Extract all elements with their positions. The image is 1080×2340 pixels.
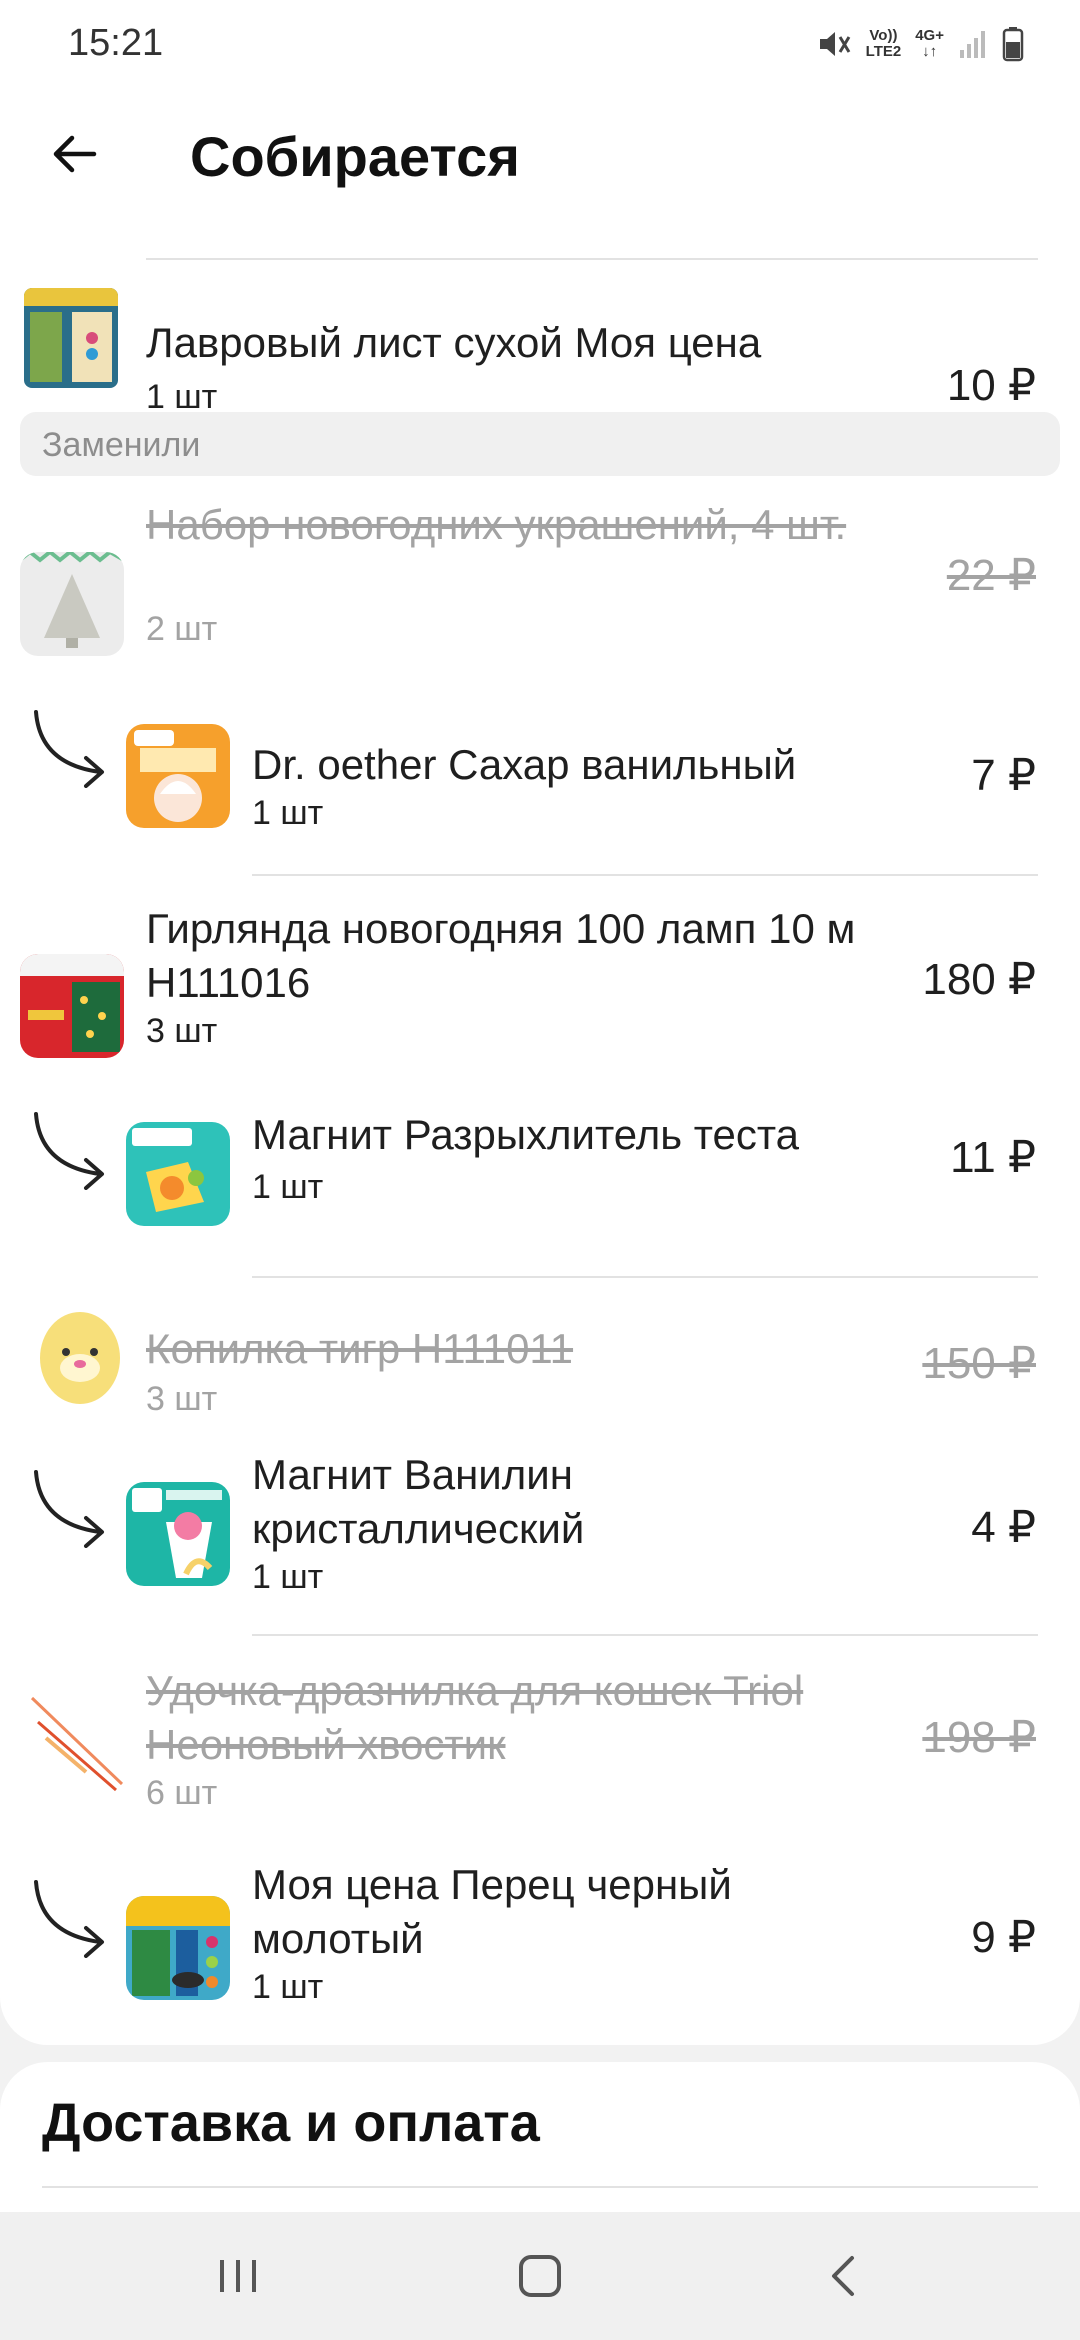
divider [252, 1276, 1038, 1278]
product-image [126, 1896, 230, 2000]
signal-icon [958, 28, 988, 60]
item-qty: 1 шт [252, 794, 324, 832]
recent-apps-icon [220, 2260, 256, 2292]
item-price: 150 ₽ [922, 1339, 1036, 1388]
item-qty: 6 шт [146, 1774, 218, 1812]
status-time: 15:21 [68, 22, 164, 64]
item-price: 22 ₽ [946, 551, 1036, 600]
replacement-item[interactable]: Магнит Разрыхлитель теста 1 шт 11 ₽ [0, 1096, 1080, 1246]
item-price: 180 ₽ [922, 955, 1036, 1004]
order-item[interactable]: Гирлянда новогодняя 100 ламп 10 м Н11101… [0, 902, 1080, 1072]
app-header: Собирается [0, 88, 1080, 230]
divider [42, 2186, 1038, 2188]
item-qty: 3 шт [146, 1380, 218, 1418]
item-name: Магнит Ванилин кристаллический [252, 1451, 585, 1552]
removed-item[interactable]: Удочка-дразнилка для кошек Triol Неоновы… [0, 1664, 1080, 1824]
item-qty: 1 шт [252, 1558, 324, 1596]
item-price: 198 ₽ [922, 1713, 1036, 1762]
item-qty: 1 шт [252, 1968, 324, 2006]
back-icon [832, 2256, 854, 2296]
replacement-item[interactable]: Моя цена Перец черный молотый 1 шт 9 ₽ [0, 1858, 1080, 2028]
item-name: Лавровый лист сухой Моя цена [146, 319, 762, 366]
removed-item[interactable]: Набор новогодних украшений, 4 шт. 2 шт 2… [0, 498, 1080, 668]
product-image [20, 552, 124, 656]
item-name: Магнит Разрыхлитель теста [252, 1111, 800, 1158]
replacement-item[interactable]: Dr. oether Сахар ванильный 1 шт 7 ₽ [0, 698, 1080, 848]
back-button[interactable] [38, 118, 110, 190]
mute-icon [816, 26, 852, 62]
item-name: Гирлянда новогодняя 100 ламп 10 м Н11101… [146, 905, 856, 1006]
item-qty: 1 шт [252, 1168, 324, 1206]
item-name: Копилка тигр Н111011 [146, 1325, 574, 1372]
home-icon [519, 2255, 561, 2297]
arrow-left-icon [53, 135, 97, 173]
divider [146, 258, 1038, 260]
replacement-item[interactable]: Магнит Ванилин кристаллический 1 шт 4 ₽ [0, 1448, 1080, 1618]
network-indicator: Vo)) LTE2 [865, 27, 902, 60]
replacement-arrow-icon [34, 1470, 104, 1548]
product-image [26, 1692, 130, 1796]
status-icons: Vo)) LTE2 4G+ ↓↑ [816, 22, 1024, 66]
item-name: Удочка-дразнилка для кошек Triol Неоновы… [146, 1667, 804, 1768]
delivery-title: Доставка и оплата [42, 2093, 540, 2153]
product-image [126, 1482, 230, 1586]
item-price: 4 ₽ [971, 1503, 1036, 1552]
product-image [126, 1122, 230, 1226]
replaced-section-label: Заменили [20, 412, 1060, 476]
system-nav-bar [0, 2212, 1080, 2340]
product-image [24, 288, 118, 388]
item-qty: 2 шт [146, 610, 218, 648]
order-items-card: Лавровый лист сухой Моя цена 1 шт 10 ₽ З… [0, 230, 1080, 2045]
item-price: 7 ₽ [971, 751, 1036, 800]
nav-back-button[interactable] [804, 2246, 884, 2306]
item-qty: 3 шт [146, 1012, 218, 1050]
item-price: 9 ₽ [971, 1913, 1036, 1962]
item-price: 10 ₽ [946, 361, 1036, 410]
replacement-arrow-icon [34, 710, 104, 788]
battery-icon [1002, 26, 1024, 62]
order-item[interactable]: Лавровый лист сухой Моя цена 1 шт 10 ₽ [0, 280, 1080, 416]
network-4g-indicator: 4G+ ↓↑ [915, 27, 944, 60]
item-price: 11 ₽ [950, 1133, 1036, 1182]
product-image [126, 724, 230, 828]
divider [252, 874, 1038, 876]
home-button[interactable] [500, 2246, 580, 2306]
replacement-arrow-icon [34, 1880, 104, 1958]
item-name: Dr. oether Сахар ванильный [252, 741, 797, 788]
product-image [28, 1306, 132, 1410]
item-name: Моя цена Перец черный молотый [252, 1861, 732, 1962]
replacement-arrow-icon [34, 1112, 104, 1190]
page-title: Собирается [190, 125, 520, 188]
divider [252, 1634, 1038, 1636]
status-bar: 15:21 Vo)) LTE2 4G+ ↓↑ [0, 0, 1080, 88]
product-image [20, 954, 124, 1058]
removed-item[interactable]: Копилка тигр Н111011 3 шт 150 ₽ [0, 1300, 1080, 1430]
item-name: Набор новогодних украшений, 4 шт. [146, 501, 847, 548]
recent-apps-button[interactable] [198, 2246, 278, 2306]
